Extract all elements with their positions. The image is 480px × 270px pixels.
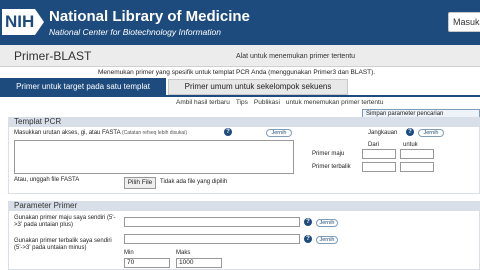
reverse-range-from-input[interactable] [362, 162, 396, 172]
section-title: Templat PCR [14, 117, 62, 126]
max-label: Maks [176, 250, 191, 256]
tool-intro: Menemukan primer yang spesifik untuk tem… [98, 69, 376, 76]
tab-group-sequences[interactable]: Primer umum untuk sekelompok sekuens [168, 79, 348, 95]
range-help-icon[interactable]: ? [406, 128, 414, 136]
tool-title-bar: Primer-BLAST Alat untuk menemukan primer… [0, 45, 480, 67]
nlm-header: NIH National Library of Medicine Nationa… [0, 0, 480, 45]
link-recent-results[interactable]: Ambil hasil terbaru [176, 99, 230, 106]
upload-fasta-label: Atau, unggah file FASTA [14, 177, 80, 183]
reverse-primer-help-icon[interactable]: ? [304, 235, 312, 243]
reverse-primer-clear-button[interactable]: Jernih [316, 236, 338, 244]
range-clear-button[interactable]: Jernih [418, 129, 444, 137]
range-to-label: untuk [403, 142, 418, 148]
accession-label: Masukkan urutan akses, gi, atau FASTA (C… [14, 130, 187, 136]
range-label: Jangkauan [368, 130, 398, 136]
link-publications[interactable]: Publikasi [254, 99, 280, 106]
min-label: Min [124, 250, 134, 256]
forward-primer-clear-button[interactable]: Jernih [316, 219, 338, 227]
link-tips[interactable]: Tips [236, 99, 248, 106]
reverse-primer-input[interactable] [124, 234, 300, 244]
site-title[interactable]: National Library of Medicine [49, 8, 250, 25]
range-from-label: Dari [368, 142, 380, 148]
reverse-range-to-input[interactable] [400, 162, 434, 172]
logo-arrow-icon [35, 9, 44, 35]
forward-primer-range-label: Primer maju [312, 151, 345, 157]
accession-help-icon[interactable]: ? [224, 128, 232, 136]
links-tail-text: untuk menemukan primer tertentu [285, 99, 384, 106]
pcr-product-min-input[interactable]: 70 [124, 258, 170, 268]
accession-label-text: Masukkan urutan akses, gi, atau FASTA [14, 130, 121, 136]
primer-parameters-section-header[interactable]: Parameter Primer [8, 201, 480, 211]
pcr-template-section-header[interactable]: Templat PCR [8, 117, 480, 127]
forward-primer-input[interactable] [124, 217, 300, 227]
top-links: Ambil hasil terbaru Tips Publikasi untuk me… [176, 99, 389, 106]
forward-primer-label: Gunakan primer maju saya sendiri (5'->3'… [14, 215, 116, 228]
reverse-primer-range-label: Primer terbalik [312, 164, 351, 170]
section-title: Parameter Primer [14, 201, 78, 210]
tool-name: Primer-BLAST [14, 49, 92, 63]
accession-clear-button[interactable]: Jernih [266, 129, 292, 137]
reverse-primer-label: Gunakan primer terbalik saya sendiri (5'… [14, 238, 112, 251]
tab-single-template[interactable]: Primer untuk target pada satu templat [0, 78, 166, 95]
tab-divider [0, 95, 480, 97]
forward-range-from-input[interactable] [362, 149, 396, 159]
nih-logo-text: NIH [2, 9, 35, 35]
tool-tagline: Alat untuk menemukan primer tertentu [236, 53, 356, 60]
site-subtitle: National Center for Biotechnology Inform… [49, 27, 221, 37]
nih-logo[interactable]: NIH [2, 9, 44, 35]
forward-range-to-input[interactable] [400, 149, 434, 159]
no-file-chosen-text: Tidak ada file yang dipilih [160, 179, 228, 185]
sequence-textarea[interactable] [14, 140, 294, 174]
pcr-product-max-input[interactable]: 1000 [176, 258, 222, 268]
login-button[interactable]: Masuk [448, 12, 480, 32]
choose-file-button[interactable]: Pilih File [124, 177, 156, 189]
forward-primer-help-icon[interactable]: ? [304, 218, 312, 226]
accession-note: (Catatan refseq lebih disukai) [121, 130, 187, 136]
